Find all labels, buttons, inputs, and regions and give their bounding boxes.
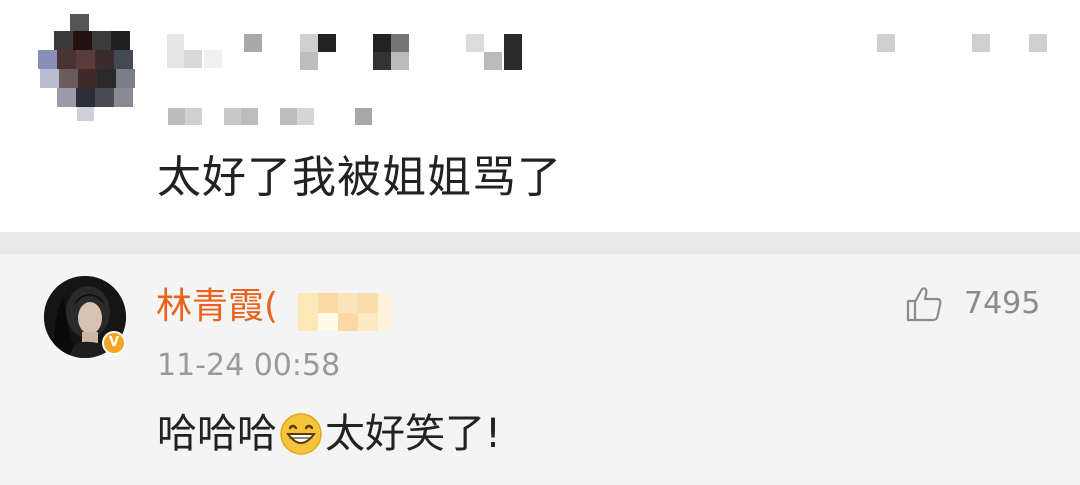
original-comment-text: 太好了我被姐姐骂了	[157, 152, 562, 203]
reply-text: 哈哈哈 太好笑了!	[157, 404, 501, 464]
grinning-face-icon	[280, 413, 322, 455]
thumbs-up-icon	[906, 287, 942, 322]
like-button[interactable]: 7495	[904, 284, 1040, 324]
original-comment: 太好了我被姐姐骂了	[0, 0, 1080, 232]
like-count: 7495	[964, 286, 1041, 321]
username-censor-mosaic	[298, 293, 394, 331]
section-divider	[0, 232, 1080, 254]
verified-badge: V	[102, 331, 126, 355]
reply-author-name[interactable]: 林青霞(	[156, 282, 278, 332]
reply-text-part-2: 太好笑了!	[325, 411, 502, 457]
reply-text-part-1: 哈哈哈	[157, 411, 277, 457]
reply-timestamp: 11-24 00:58	[157, 348, 341, 383]
